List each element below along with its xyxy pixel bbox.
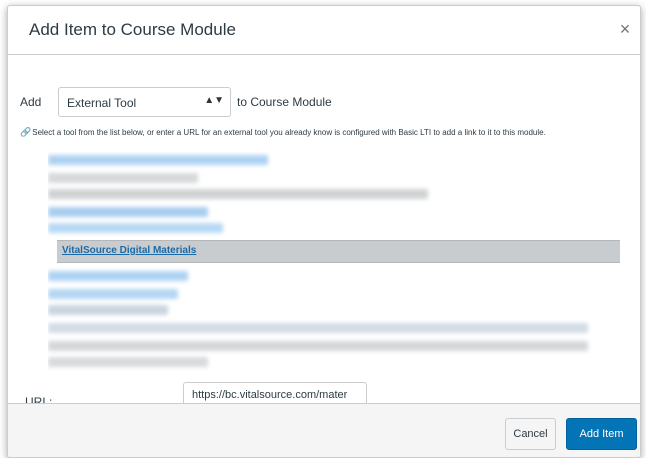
list-item[interactable] xyxy=(48,305,168,315)
add-label: Add xyxy=(20,95,42,109)
item-type-value: External Tool xyxy=(67,96,137,110)
tool-hint: 🔗 Select a tool from the list below, or … xyxy=(20,126,620,139)
link-icon: 🔗 xyxy=(20,127,32,137)
list-item[interactable] xyxy=(48,207,208,217)
selected-tool-item[interactable]: VitalSource Digital Materials xyxy=(57,240,620,263)
close-icon[interactable]: × xyxy=(614,18,636,40)
add-item-button[interactable]: Add Item xyxy=(566,418,637,450)
dialog-title: Add Item to Course Module xyxy=(29,20,236,39)
select-arrows-icon: ▲▼ xyxy=(204,95,224,106)
selected-tool-link[interactable]: VitalSource Digital Materials xyxy=(62,245,196,256)
cancel-button[interactable]: Cancel xyxy=(505,418,556,450)
tool-hint-text: Select a tool from the list below, or en… xyxy=(32,128,546,137)
list-item[interactable] xyxy=(48,155,268,165)
dialog-header: Add Item to Course Module × xyxy=(8,6,640,55)
add-item-dialog: Add Item to Course Module × Add External… xyxy=(7,5,641,458)
list-item[interactable] xyxy=(48,341,588,351)
list-item[interactable] xyxy=(48,189,428,199)
list-item[interactable] xyxy=(48,323,588,333)
dialog-body: Add External Tool ▲▼ to Course Module 🔗 … xyxy=(8,55,640,409)
list-item[interactable] xyxy=(48,357,208,367)
item-type-select[interactable]: External Tool ▲▼ xyxy=(58,87,231,117)
external-tool-list[interactable]: VitalSource Digital Materials xyxy=(48,151,620,383)
list-item[interactable] xyxy=(48,173,198,183)
list-item[interactable] xyxy=(48,289,178,299)
dialog-footer: Cancel Add Item xyxy=(8,403,640,457)
list-item[interactable] xyxy=(48,271,188,281)
list-item[interactable] xyxy=(48,223,223,233)
to-course-module-label: to Course Module xyxy=(237,95,332,109)
